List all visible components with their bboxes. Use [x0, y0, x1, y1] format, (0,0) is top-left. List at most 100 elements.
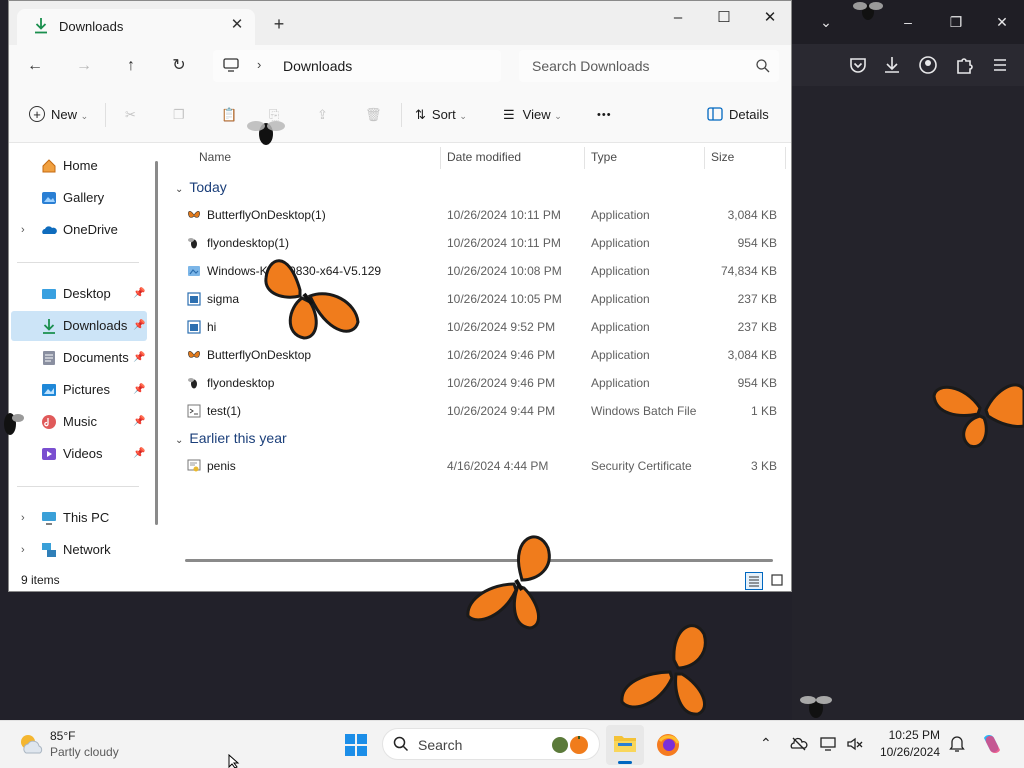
search-box[interactable]: Search Downloads [519, 50, 779, 82]
breadcrumb-downloads[interactable]: Downloads [283, 58, 352, 74]
butterfly-overlay[interactable] [930, 374, 1024, 450]
column-divider[interactable] [785, 147, 786, 169]
volume-muted-icon[interactable] [846, 736, 864, 752]
sidebar-item-music[interactable]: Music 📌 [11, 407, 147, 437]
sidebar-item-onedrive[interactable]: › OneDrive [11, 215, 147, 245]
group-header-earlier-this-year[interactable]: ⌄ Earlier this year [175, 430, 287, 446]
firefox-icon[interactable] [656, 733, 680, 757]
onedrive-status-icon[interactable] [790, 736, 808, 752]
close-button[interactable]: ✕ [747, 5, 791, 31]
file-type: Application [591, 208, 650, 222]
pin-icon[interactable]: 📌 [133, 375, 145, 405]
extensions-icon[interactable] [952, 55, 976, 75]
up-button[interactable]: ↑ [119, 55, 143, 77]
paste-button[interactable]: 📋 [221, 105, 237, 125]
refresh-button[interactable]: ↻ [167, 55, 191, 77]
sidebar-divider [17, 486, 139, 487]
pin-icon[interactable]: 📌 [133, 407, 145, 437]
close-tab-icon[interactable]: ✕ [227, 15, 247, 35]
copy-button[interactable]: ❐ [173, 105, 185, 125]
search-input[interactable]: Search Downloads [532, 58, 650, 74]
file-row[interactable]: flyondesktop 10/26/2024 9:46 PM Applicat… [165, 369, 785, 397]
pocket-icon[interactable] [846, 55, 870, 75]
column-divider[interactable] [584, 147, 585, 169]
sidebar-item-home[interactable]: Home [11, 151, 147, 181]
back-button[interactable]: ← [23, 55, 47, 77]
sidebar-item-documents[interactable]: Documents 📌 [11, 343, 147, 373]
chevron-right-icon[interactable]: › [21, 215, 25, 245]
pin-icon[interactable]: 📌 [133, 311, 145, 341]
fly-app-icon [188, 378, 197, 389]
group-header-today[interactable]: ⌄ Today [175, 179, 227, 195]
view-button[interactable]: ☰ View ⌄ [503, 105, 562, 125]
browser-toolbar [792, 44, 1024, 86]
chevron-right-icon[interactable]: › [21, 503, 25, 533]
sort-button[interactable]: ⇅ Sort ⌄ [415, 105, 467, 125]
column-header-date[interactable]: Date modified [447, 143, 521, 171]
new-tab-button[interactable]: + [269, 14, 289, 34]
chevron-down-icon[interactable]: ⌄ [814, 12, 838, 32]
clock-time[interactable]: 10:25 PM [880, 728, 940, 742]
fly-overlay[interactable] [850, 0, 886, 22]
sidebar-item-videos[interactable]: Videos 📌 [11, 439, 147, 469]
file-row[interactable]: test(1) 10/26/2024 9:44 PM Windows Batch… [165, 397, 785, 425]
certificate-icon [187, 459, 201, 472]
details-pane-button[interactable]: Details [707, 105, 769, 125]
butterfly-overlay[interactable] [462, 528, 564, 632]
sidebar-item-this-pc[interactable]: › This PC [11, 503, 147, 533]
large-icons-view-button[interactable] [769, 572, 787, 590]
pin-icon[interactable]: 📌 [133, 279, 145, 309]
browser-restore-button[interactable]: ❐ [944, 12, 968, 32]
cut-button[interactable]: ✂ [125, 105, 136, 125]
delete-button[interactable]: 🗑 [365, 105, 382, 125]
sidebar-item-network[interactable]: › Network [11, 535, 147, 565]
butterfly-overlay[interactable] [258, 238, 362, 346]
menu-icon[interactable] [988, 55, 1012, 75]
column-header-type[interactable]: Type [591, 143, 617, 171]
forward-button[interactable]: → [72, 55, 96, 77]
sidebar-item-desktop[interactable]: Desktop 📌 [11, 279, 147, 309]
start-button[interactable] [344, 733, 368, 757]
navigation-scrollbar[interactable] [155, 161, 158, 525]
monitor-icon [223, 58, 239, 72]
sidebar-item-gallery[interactable]: Gallery [11, 183, 147, 213]
share-button[interactable]: ⇪ [317, 105, 328, 125]
browser-minimize-button[interactable]: – [896, 12, 920, 32]
download-icon[interactable] [880, 55, 904, 75]
column-divider[interactable] [704, 147, 705, 169]
show-hidden-icons-button[interactable]: ⌃ [760, 735, 772, 752]
minimize-button[interactable]: – [655, 5, 701, 31]
copilot-icon[interactable] [980, 732, 1004, 756]
butterfly-overlay[interactable] [618, 616, 718, 720]
account-icon[interactable] [916, 55, 940, 75]
browser-close-button[interactable]: ✕ [990, 12, 1014, 32]
weather-widget[interactable]: 85°F Partly cloudy [10, 721, 130, 768]
clock-date[interactable]: 10/26/2024 [872, 745, 940, 759]
details-view-button[interactable] [745, 572, 763, 590]
new-button[interactable]: + New ⌄ [29, 105, 88, 125]
column-header-size[interactable]: Size [711, 143, 734, 171]
file-explorer-taskbar-button[interactable] [606, 725, 644, 765]
file-row[interactable]: ButterflyOnDesktop(1) 10/26/2024 10:11 P… [165, 201, 785, 229]
weather-description: Partly cloudy [50, 745, 119, 759]
search-icon [393, 736, 409, 752]
tab-downloads[interactable]: Downloads ✕ [17, 9, 255, 45]
taskbar-search[interactable]: Search [382, 728, 600, 760]
pin-icon[interactable]: 📌 [133, 439, 145, 469]
notification-bell-icon[interactable] [948, 735, 966, 753]
maximize-button[interactable]: ☐ [701, 5, 747, 31]
pin-icon[interactable]: 📌 [133, 343, 145, 373]
fly-overlay[interactable] [0, 406, 26, 442]
sidebar-item-downloads[interactable]: Downloads 📌 [11, 311, 147, 341]
address-bar[interactable]: › Downloads [213, 50, 501, 82]
column-header-name[interactable]: Name [199, 143, 231, 171]
breadcrumb-separator[interactable]: › [257, 57, 261, 72]
fly-overlay[interactable] [244, 112, 288, 152]
chevron-right-icon[interactable]: › [21, 535, 25, 565]
sidebar-item-pictures[interactable]: Pictures 📌 [11, 375, 147, 405]
column-divider[interactable] [440, 147, 441, 169]
fly-overlay[interactable] [796, 688, 836, 724]
network-status-icon[interactable] [820, 736, 838, 752]
see-more-button[interactable]: ••• [597, 105, 612, 125]
file-row[interactable]: penis 4/16/2024 4:44 PM Security Certifi… [165, 452, 785, 480]
